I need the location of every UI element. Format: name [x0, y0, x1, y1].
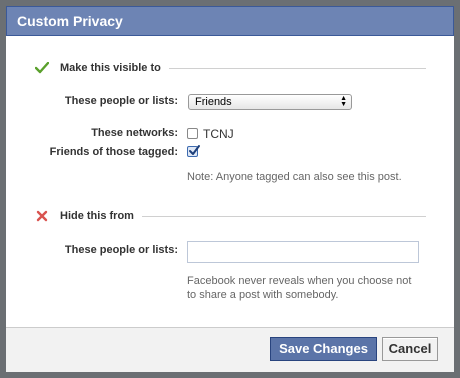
dialog-body: Custom Privacy Make this visible to Thes…	[6, 6, 454, 372]
visible-section-heading: Make this visible to	[34, 60, 426, 76]
x-icon	[34, 209, 50, 223]
hide-note: Facebook never reveals when you choose n…	[187, 275, 412, 301]
tagged-note: Note: Anyone tagged can also see this po…	[187, 171, 402, 183]
cancel-button[interactable]: Cancel	[382, 337, 438, 361]
network-tcnj-checkbox[interactable]	[187, 128, 198, 139]
select-arrows-icon: ▲ ▼	[340, 95, 347, 108]
friends-tagged-checkbox[interactable]	[187, 145, 200, 157]
custom-privacy-dialog: Custom Privacy Make this visible to Thes…	[0, 0, 460, 378]
section-divider	[141, 216, 426, 217]
save-changes-button[interactable]: Save Changes	[270, 337, 377, 361]
check-icon	[34, 61, 50, 75]
checkmark-icon	[189, 145, 200, 155]
networks-label: These networks:	[91, 127, 178, 139]
hide-people-input[interactable]	[187, 241, 419, 263]
friends-tagged-label: Friends of those tagged:	[49, 146, 178, 158]
dialog-title: Custom Privacy	[6, 6, 454, 36]
hide-section-title: Hide this from	[60, 210, 134, 222]
visible-people-label: These people or lists:	[64, 95, 178, 107]
hide-section-heading: Hide this from	[34, 208, 426, 224]
section-divider	[168, 68, 426, 69]
network-tcnj-label: TCNJ	[203, 127, 234, 141]
visible-section-title: Make this visible to	[60, 62, 161, 74]
dialog-footer: Save Changes Cancel	[6, 327, 454, 372]
hide-people-label: These people or lists:	[64, 244, 178, 256]
visible-people-selected: Friends	[195, 96, 232, 108]
visible-people-select[interactable]: Friends ▲ ▼	[188, 94, 352, 110]
